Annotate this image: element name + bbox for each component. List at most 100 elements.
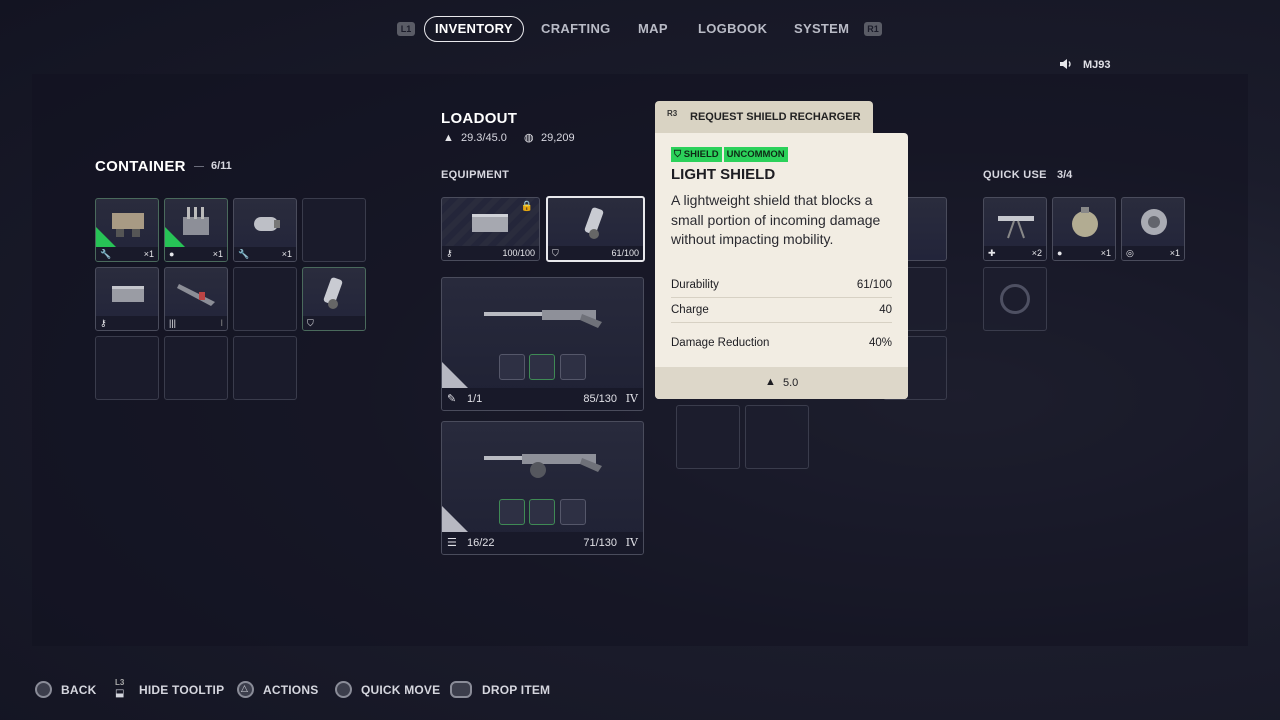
- key-icon: ⚷: [100, 318, 107, 328]
- tooltip-tags: ⛉ SHIELD UNCOMMON: [671, 144, 790, 162]
- weapon-ammo: 16/22: [467, 537, 495, 549]
- attachment-slot[interactable]: [560, 499, 586, 525]
- container-slot-1[interactable]: 🔧 ×1: [95, 198, 159, 262]
- weapon-tier: IV: [625, 392, 638, 405]
- weapon-durability: 85/130: [583, 393, 617, 405]
- gadget-item-icon: [1141, 209, 1167, 235]
- item-description: A lightweight shield that blocks a small…: [671, 192, 881, 247]
- slot-footer: ● ×1: [165, 247, 227, 261]
- slot-footer: ⚷: [96, 316, 158, 330]
- weapon-footer: ☰ 16/22 71/130 IV: [442, 532, 643, 554]
- container-title: CONTAINER: [95, 158, 186, 175]
- attachment-slot[interactable]: [499, 499, 525, 525]
- loadout-weight: 29.3/45.0: [461, 132, 507, 144]
- quick-use-slot-4[interactable]: [983, 267, 1047, 331]
- shield-tag: ⛉ SHIELD: [671, 147, 722, 162]
- weapon-slot-1[interactable]: ✎ 1/1 85/130 IV: [441, 277, 644, 411]
- voice-username: MJ93: [1083, 59, 1111, 71]
- attachment-slot[interactable]: [560, 354, 586, 380]
- weight-icon: ▲: [443, 132, 454, 144]
- loadout-currency: 29,209: [541, 132, 575, 144]
- shield-icon: ⛉: [307, 318, 314, 328]
- augment-durability: 100/100: [502, 248, 535, 258]
- item-tier: I: [220, 318, 223, 328]
- container-slot-5[interactable]: ⚷: [95, 267, 159, 331]
- slot-footer: ⛉: [303, 316, 365, 330]
- container-slot-10[interactable]: [164, 336, 228, 400]
- augment-slot[interactable]: 🔒 ⚷ 100/100: [441, 197, 540, 261]
- slot-footer: 🔧 ×1: [96, 247, 158, 261]
- backpack-slot-4[interactable]: [676, 405, 740, 469]
- attachment-slot[interactable]: [529, 499, 555, 525]
- speaker-icon: [1059, 57, 1073, 71]
- container-slot-3[interactable]: 🔧 ×1: [233, 198, 297, 262]
- slot-footer: ⚷ 100/100: [442, 246, 539, 260]
- launcher-item-icon: [177, 284, 215, 306]
- item-quantity: ×1: [212, 249, 223, 259]
- container-slot-6[interactable]: ||| I: [164, 267, 228, 331]
- slot-footer: ◎ ×1: [1122, 246, 1184, 260]
- quick-use-slot-3[interactable]: ◎ ×1: [1121, 197, 1185, 261]
- bullet-icon: ✎: [447, 393, 457, 405]
- r3-button-icon: R3: [667, 109, 678, 118]
- shield-item-icon: [584, 207, 604, 239]
- container-slot-11[interactable]: [233, 336, 297, 400]
- container-slot-9[interactable]: [95, 336, 159, 400]
- tab-inventory[interactable]: INVENTORY: [424, 16, 524, 42]
- slot-footer: 🔧 ×1: [234, 247, 296, 261]
- backpack-slot-5[interactable]: [745, 405, 809, 469]
- quick-use-slot-2[interactable]: ● ×1: [1052, 197, 1116, 261]
- container-slot-2[interactable]: ● ×1: [164, 198, 228, 262]
- circle-button-icon: [35, 681, 52, 698]
- weapon-corner: [442, 506, 468, 532]
- tooltip-action-bar[interactable]: R3 REQUEST SHIELD RECHARGER: [655, 101, 873, 133]
- empty-slot-ring-icon: [1000, 284, 1030, 314]
- l3-button-icon: L3: [115, 678, 125, 687]
- canister-item-icon: [254, 217, 280, 231]
- item-quantity: ×1: [143, 249, 154, 259]
- target-icon: ◎: [1126, 248, 1134, 258]
- item-quantity: ×2: [1031, 248, 1042, 258]
- shield-item-icon: [323, 277, 343, 309]
- tab-map[interactable]: MAP: [638, 21, 668, 36]
- weapon-footer: ✎ 1/1 85/130 IV: [442, 388, 643, 410]
- weapon-slot-2[interactable]: ☰ 16/22 71/130 IV: [441, 421, 644, 555]
- tab-logbook[interactable]: LOGBOOK: [698, 21, 767, 36]
- container-count: 6/11: [211, 160, 232, 172]
- loadout-title: LOADOUT: [441, 110, 518, 127]
- quick-use-label: QUICK USE: [983, 169, 1047, 181]
- rarity-corner: [96, 227, 116, 247]
- weapon-corner: [442, 362, 468, 388]
- tooltip-weight-bar: ▲ 5.0: [655, 367, 908, 399]
- container-divider: [194, 166, 204, 167]
- tab-crafting[interactable]: CRAFTING: [541, 21, 611, 36]
- turret-gun-item-icon: [998, 216, 1034, 239]
- key-icon: ⚷: [446, 248, 453, 258]
- smg-item-icon: [484, 454, 602, 478]
- quick-use-count: 3/4: [1057, 169, 1073, 181]
- shield-durability: 61/100: [611, 248, 639, 258]
- weight-icon: ▲: [765, 376, 776, 388]
- attachment-slot[interactable]: [529, 354, 555, 380]
- coin-icon: ◍: [524, 132, 534, 144]
- augment-item-icon: [472, 214, 508, 232]
- rifle-item-icon: [484, 310, 602, 328]
- item-tooltip: ⛉ SHIELD UNCOMMON LIGHT SHIELD A lightwei…: [655, 133, 908, 399]
- item-name: LIGHT SHIELD: [671, 166, 776, 183]
- item-quantity: ×1: [1169, 248, 1180, 258]
- slot-footer: ⛉ 61/100: [548, 246, 643, 260]
- stat-charge: Charge 40: [671, 298, 892, 323]
- slot-footer: ● ×1: [1053, 246, 1115, 260]
- shield-slot[interactable]: ⛉ 61/100: [546, 196, 645, 262]
- wrench-icon: 🔧: [238, 249, 250, 259]
- quick-use-slot-1[interactable]: ✚ ×2: [983, 197, 1047, 261]
- container-slot-7[interactable]: [233, 267, 297, 331]
- container-slot-8[interactable]: ⛉: [302, 267, 366, 331]
- mine-item-icon: [1072, 207, 1098, 237]
- stick-icon: ⬓: [115, 688, 125, 699]
- attachment-slot[interactable]: [499, 354, 525, 380]
- top-nav: L1 INVENTORY CRAFTING MAP LOGBOOK SYSTEM…: [0, 16, 1280, 42]
- container-slot-4[interactable]: [302, 198, 366, 262]
- triangle-glyph-icon: △: [241, 683, 248, 693]
- tab-system[interactable]: SYSTEM: [794, 21, 849, 36]
